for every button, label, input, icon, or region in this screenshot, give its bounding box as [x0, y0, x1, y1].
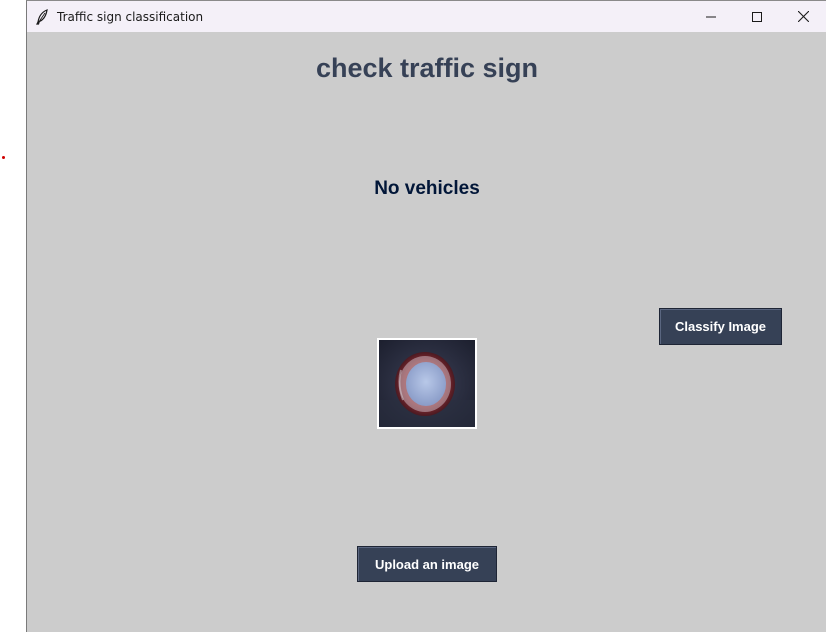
desktop-background: Traffic sign classification check traffi…: [0, 0, 826, 634]
minimize-icon: [706, 16, 716, 17]
feather-icon: [27, 1, 57, 32]
maximize-icon: [752, 11, 762, 22]
desktop-marker: [2, 156, 5, 159]
uploaded-sign-image: [377, 338, 477, 429]
close-button[interactable]: [780, 1, 826, 32]
classify-image-button[interactable]: Classify Image: [659, 308, 782, 345]
close-icon: [797, 11, 809, 22]
window-title: Traffic sign classification: [57, 9, 204, 24]
title-bar[interactable]: Traffic sign classification: [27, 1, 826, 32]
page-heading: check traffic sign: [315, 53, 539, 83]
maximize-button[interactable]: [734, 1, 780, 32]
upload-image-button[interactable]: Upload an image: [357, 546, 497, 582]
minimize-button[interactable]: [688, 1, 734, 32]
app-window: Traffic sign classification check traffi…: [26, 0, 826, 632]
classification-result: No vehicles: [374, 178, 480, 199]
